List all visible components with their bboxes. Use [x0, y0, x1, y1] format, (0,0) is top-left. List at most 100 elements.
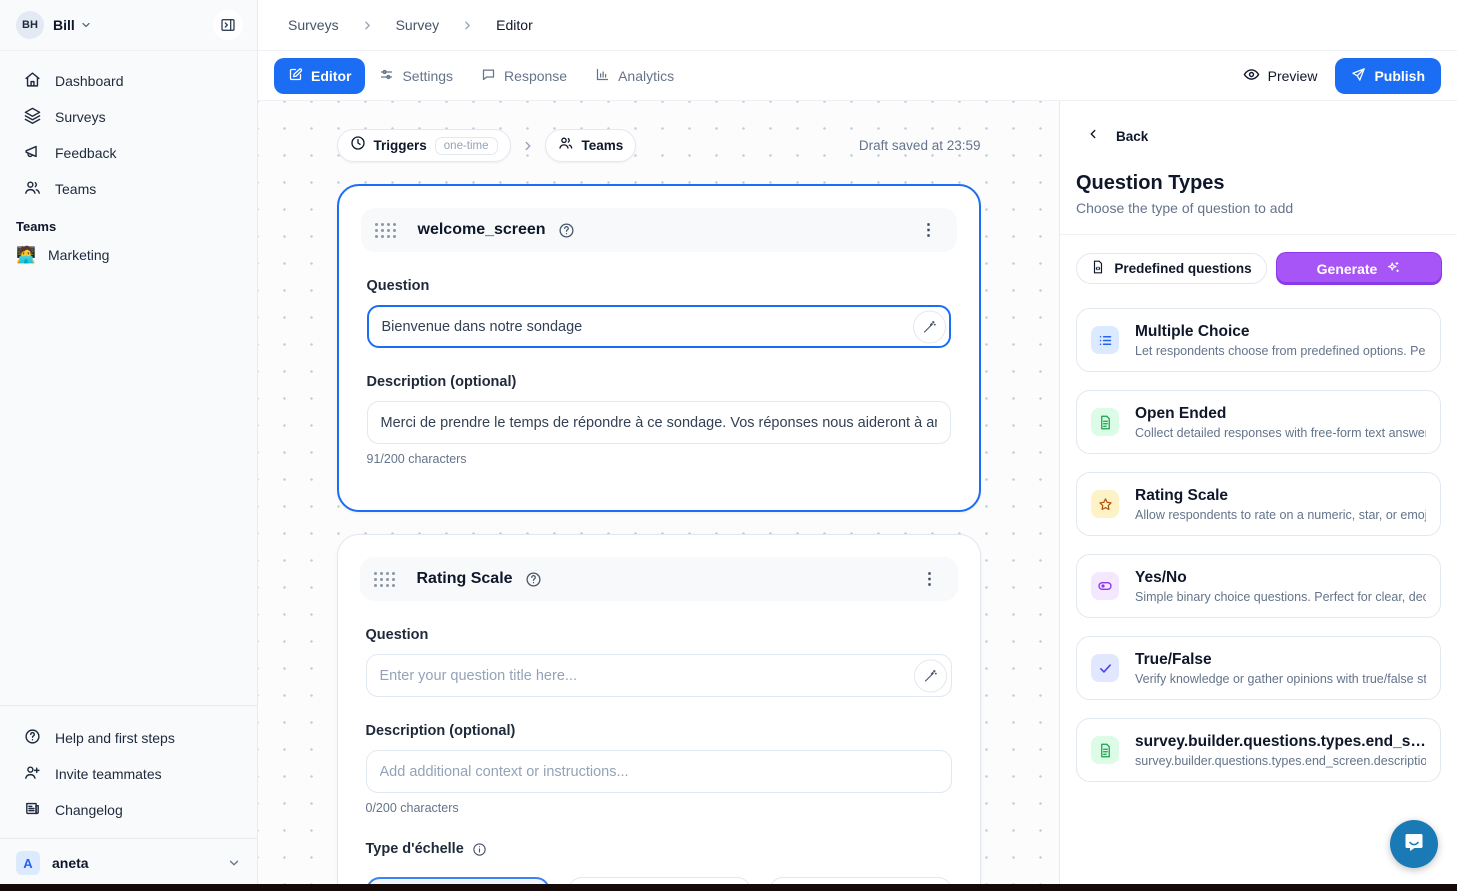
publish-label: Publish	[1374, 68, 1425, 84]
question-type-end-screen[interactable]: survey.builder.questions.types.end_scr..…	[1076, 718, 1441, 782]
drag-handle-icon[interactable]	[375, 223, 396, 238]
question-type-true-false[interactable]: True/False Verify knowledge or gather op…	[1076, 636, 1441, 700]
breadcrumb-survey[interactable]: Survey	[396, 17, 440, 33]
sidebar-item-label: Surveys	[55, 109, 106, 125]
chat-support-button[interactable]	[1390, 820, 1438, 868]
scale-type-label: Type d'échelle	[366, 841, 952, 857]
info-circle-icon[interactable]	[472, 842, 487, 857]
back-label: Back	[1116, 129, 1148, 144]
predefined-questions-button[interactable]: Predefined questions	[1076, 253, 1267, 284]
sliders-icon	[379, 67, 394, 85]
kebab-menu-icon[interactable]: ⋮	[915, 218, 943, 242]
question-type-desc: Verify knowledge or gather opinions with…	[1135, 672, 1426, 686]
chevron-left-icon	[1086, 127, 1100, 146]
tab-settings[interactable]: Settings	[365, 58, 467, 94]
generate-button[interactable]: Generate	[1277, 253, 1441, 284]
layers-icon	[24, 107, 41, 127]
topbar: Surveys Survey Editor	[258, 0, 1457, 51]
sidebar-item-invite[interactable]: Invite teammates	[8, 756, 249, 792]
question-label: Question	[367, 278, 951, 294]
question-title-input[interactable]	[367, 305, 951, 348]
teams-chip-label: Teams	[582, 138, 624, 153]
question-title-input[interactable]	[366, 654, 952, 697]
sidebar-item-surveys[interactable]: Surveys	[8, 99, 249, 135]
sidebar-section-teams: Teams	[0, 207, 257, 238]
description-input[interactable]	[367, 401, 951, 444]
users-icon	[24, 179, 41, 199]
trigger-frequency-badge: one-time	[435, 137, 498, 155]
chevron-down-icon[interactable]	[80, 19, 92, 31]
teams-chip[interactable]: Teams	[545, 129, 637, 162]
panel-subtitle: Choose the type of question to add	[1060, 195, 1457, 216]
sidebar-item-dashboard[interactable]: Dashboard	[8, 63, 249, 99]
sidebar-item-feedback[interactable]: Feedback	[8, 135, 249, 171]
question-card-header: Rating Scale ⋮	[360, 557, 958, 601]
question-type-multiple-choice[interactable]: Multiple Choice Let respondents choose f…	[1076, 308, 1441, 372]
magic-wand-icon[interactable]	[914, 659, 947, 692]
question-label: Question	[366, 627, 952, 643]
sidebar-nav: Dashboard Surveys Feedback Teams	[0, 51, 257, 207]
description-label: Description (optional)	[367, 374, 951, 390]
tab-label: Response	[504, 68, 567, 84]
drag-handle-icon[interactable]	[374, 572, 395, 587]
triggers-chip[interactable]: Triggers one-time	[337, 129, 511, 162]
tab-label: Editor	[311, 68, 351, 84]
char-counter: 0/200 characters	[366, 801, 952, 815]
question-type-name: Rating Scale	[1135, 487, 1426, 505]
question-type-name: Open Ended	[1135, 405, 1426, 423]
document-icon	[1091, 736, 1119, 764]
breadcrumb-surveys[interactable]: Surveys	[288, 17, 339, 33]
tab-analytics[interactable]: Analytics	[581, 58, 688, 94]
sidebar-footer: Help and first steps Invite teammates Ch…	[0, 705, 257, 828]
char-counter: 91/200 characters	[367, 452, 951, 466]
bottom-edge-bar	[0, 884, 1457, 891]
question-type-desc: survey.builder.questions.types.end_scree…	[1135, 754, 1426, 768]
generate-label: Generate	[1317, 261, 1378, 277]
question-card-rating-scale[interactable]: Rating Scale ⋮ Question Description (opt…	[337, 534, 981, 891]
back-button[interactable]: Back	[1060, 101, 1457, 146]
kebab-menu-icon[interactable]: ⋮	[916, 567, 944, 591]
chevron-right-icon	[361, 19, 374, 32]
triggers-label: Triggers	[374, 138, 427, 153]
pencil-square-icon	[288, 67, 303, 85]
breadcrumb-editor[interactable]: Editor	[496, 17, 533, 33]
chat-bubble-icon	[481, 67, 496, 85]
question-type-name: survey.builder.questions.types.end_scr..…	[1135, 733, 1426, 751]
sidebar-team-marketing[interactable]: 🧑‍💻 Marketing	[0, 238, 257, 272]
sidebar-collapse-button[interactable]	[213, 10, 243, 40]
newspaper-icon	[24, 800, 41, 820]
eye-icon	[1243, 66, 1260, 86]
workspace-name[interactable]: Bill	[53, 17, 75, 33]
avatar[interactable]: BH	[16, 11, 44, 39]
preview-button[interactable]: Preview	[1243, 66, 1318, 86]
preview-label: Preview	[1268, 68, 1318, 84]
sidebar-item-teams[interactable]: Teams	[8, 171, 249, 207]
question-type-open-ended[interactable]: Open Ended Collect detailed responses wi…	[1076, 390, 1441, 454]
sidebar-item-help[interactable]: Help and first steps	[8, 720, 249, 756]
sidebar-item-label: Teams	[55, 181, 96, 197]
tab-response[interactable]: Response	[467, 58, 581, 94]
sidebar-item-changelog[interactable]: Changelog	[8, 792, 249, 828]
star-icon	[1091, 490, 1119, 518]
question-card-title: Rating Scale	[417, 570, 513, 588]
question-type-rating-scale[interactable]: Rating Scale Allow respondents to rate o…	[1076, 472, 1441, 536]
account-name: aneta	[52, 855, 89, 871]
publish-button[interactable]: Publish	[1335, 58, 1441, 94]
help-circle-icon[interactable]	[558, 222, 575, 239]
tab-editor[interactable]: Editor	[274, 58, 365, 94]
description-input[interactable]	[366, 750, 952, 793]
question-type-yes-no[interactable]: Yes/No Simple binary choice questions. P…	[1076, 554, 1441, 618]
predefined-questions-label: Predefined questions	[1114, 261, 1251, 276]
tab-label: Settings	[402, 68, 453, 84]
magic-wand-icon[interactable]	[913, 310, 946, 343]
chevron-right-icon	[461, 19, 474, 32]
team-label: Marketing	[48, 247, 109, 263]
user-plus-icon	[24, 764, 41, 784]
check-icon	[1091, 654, 1119, 682]
megaphone-icon	[24, 143, 41, 163]
question-card-welcome-screen[interactable]: welcome_screen ⋮ Question Description (o…	[337, 184, 981, 512]
sidebar: BH Bill Dashboard Surveys Feedback	[0, 0, 258, 891]
help-circle-icon[interactable]	[525, 571, 542, 588]
sparkles-icon	[1386, 260, 1401, 278]
question-card-header: welcome_screen ⋮	[361, 208, 957, 252]
